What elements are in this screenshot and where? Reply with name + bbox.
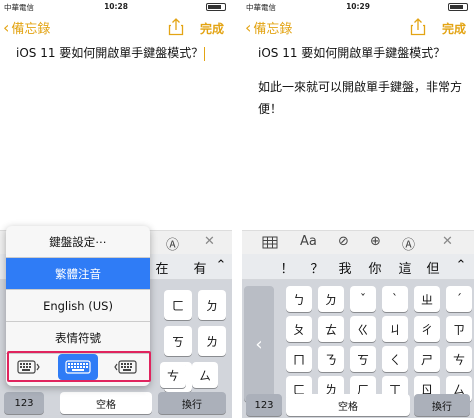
- note-body[interactable]: iOS 11 要如何開啟單手鍵盤模式？: [16, 42, 226, 64]
- key[interactable]: ㄇ: [286, 346, 312, 372]
- key[interactable]: ㄐ: [382, 316, 408, 342]
- numbers-key[interactable]: 123: [4, 392, 44, 414]
- share-icon[interactable]: [168, 18, 184, 36]
- key[interactable]: ㄉ: [198, 290, 226, 320]
- battery-icon: [448, 3, 468, 11]
- key[interactable]: ㄋ: [318, 346, 344, 372]
- return-key[interactable]: 換行: [414, 394, 470, 416]
- space-key[interactable]: 空格: [60, 392, 152, 414]
- key[interactable]: ㄙ: [192, 362, 218, 388]
- screenshot: 中華電信 10:28 ‹ 備忘錄 完成 iOS 11 要如何開啟單手鍵盤模式？ …: [0, 0, 474, 418]
- chevron-up-icon[interactable]: ⌃: [452, 258, 470, 273]
- key[interactable]: ㄔ: [414, 316, 440, 342]
- space-key[interactable]: 空格: [286, 394, 410, 416]
- key[interactable]: ㄌ: [198, 326, 226, 356]
- right-phone-screen: 中華電信 10:29 ‹ 備忘錄 完成 iOS 11 要如何開啟單手鍵盤模式？ …: [242, 0, 474, 418]
- prediction-word[interactable]: 這: [396, 258, 414, 277]
- prediction-word[interactable]: 你: [366, 258, 384, 277]
- key[interactable]: ㄊ: [318, 316, 344, 342]
- battery-icon: [206, 3, 226, 11]
- one-hand-expand-button[interactable]: ‹: [244, 286, 274, 402]
- key[interactable]: ㄗ: [446, 316, 472, 342]
- back-button[interactable]: ‹ 備忘錄: [3, 18, 50, 37]
- prediction-word[interactable]: ！: [278, 258, 296, 277]
- close-icon[interactable]: ✕: [442, 234, 453, 249]
- key[interactable]: ㄓ: [414, 286, 440, 312]
- key[interactable]: ˋ: [382, 286, 408, 312]
- prediction-word[interactable]: ？: [308, 258, 326, 277]
- key[interactable]: ˇ: [350, 286, 376, 312]
- menu-item-english[interactable]: English (US): [6, 290, 150, 322]
- key[interactable]: ㄈ: [164, 290, 192, 320]
- prediction-word[interactable]: 我: [336, 258, 354, 277]
- note-line-1: iOS 11 要如何開啟單手鍵盤模式？: [258, 46, 446, 60]
- back-button[interactable]: ‹ 備忘錄: [245, 18, 292, 37]
- text-caret: [204, 46, 206, 61]
- note-line-1: iOS 11 要如何開啟單手鍵盤模式？: [16, 46, 204, 60]
- text-format-icon[interactable]: Aa: [300, 234, 317, 249]
- highlight-box: [7, 351, 151, 382]
- key[interactable]: ㄘ: [160, 362, 186, 388]
- key[interactable]: ㄉ: [318, 286, 344, 312]
- prediction-word[interactable]: 在: [150, 258, 174, 277]
- key[interactable]: ㄆ: [286, 316, 312, 342]
- chevron-left-icon: ‹: [3, 17, 10, 37]
- close-icon[interactable]: ✕: [204, 234, 215, 249]
- chevron-up-icon[interactable]: ⌃: [212, 258, 230, 273]
- note-body[interactable]: iOS 11 要如何開啟單手鍵盤模式？ 如此一來就可以開啟單手鍵盤，非常方便！: [258, 42, 468, 120]
- back-label: 備忘錄: [11, 22, 51, 37]
- key[interactable]: ㄍ: [350, 316, 376, 342]
- note-line-2: 如此一來就可以開啟單手鍵盤，非常方便！: [258, 80, 463, 116]
- clock: 10:29: [346, 2, 370, 11]
- menu-item-emoji[interactable]: 表情符號: [6, 322, 150, 354]
- status-bar: 中華電信 10:29: [242, 0, 474, 14]
- left-phone-screen: 中華電信 10:28 ‹ 備忘錄 完成 iOS 11 要如何開啟單手鍵盤模式？ …: [0, 0, 232, 418]
- table-icon[interactable]: [262, 236, 278, 249]
- key[interactable]: ㄕ: [414, 346, 440, 372]
- nav-bar: ‹ 備忘錄 完成: [242, 14, 474, 42]
- markup-icon[interactable]: Ⓐ: [402, 234, 415, 253]
- return-key[interactable]: 換行: [158, 392, 226, 414]
- prediction-word[interactable]: 有: [190, 258, 210, 277]
- checklist-icon[interactable]: ⊘: [338, 234, 349, 249]
- key[interactable]: ˊ: [446, 286, 472, 312]
- key[interactable]: ㄑ: [382, 346, 408, 372]
- menu-item-zhuyin[interactable]: 繁體注音: [6, 258, 150, 290]
- chevron-left-icon: ‹: [245, 17, 252, 37]
- keyboard: ㄅㄉ ˇ ˋ ㄓ ˊ ㄆㄊㄍㄐㄔㄗㄇㄋㄎㄑㄕㄘㄈㄌㄏㄒㄖㄙ ‹ 123 空格 換行: [242, 280, 474, 418]
- prediction-word[interactable]: 但: [424, 258, 442, 277]
- markup-icon[interactable]: Ⓐ: [166, 234, 179, 253]
- key[interactable]: ㄅ: [286, 286, 312, 312]
- format-toolbar: Aa ⊘ ⊕ Ⓐ ✕: [242, 230, 474, 254]
- back-label: 備忘錄: [253, 22, 293, 37]
- key[interactable]: ㄘ: [446, 346, 472, 372]
- done-button[interactable]: 完成: [442, 20, 466, 37]
- nav-bar: ‹ 備忘錄 完成: [0, 14, 232, 42]
- share-icon[interactable]: [410, 18, 426, 36]
- key[interactable]: ㄎ: [350, 346, 376, 372]
- key[interactable]: ㄎ: [164, 326, 192, 356]
- menu-item-keyboard-settings[interactable]: 鍵盤設定⋯: [6, 226, 150, 258]
- status-bar: 中華電信 10:28: [0, 0, 232, 14]
- prediction-bar: ！ ？ 我 你 這 但 ⌃: [242, 254, 474, 280]
- done-button[interactable]: 完成: [200, 20, 224, 37]
- clock: 10:28: [104, 2, 128, 11]
- add-icon[interactable]: ⊕: [370, 234, 381, 249]
- numbers-key[interactable]: 123: [246, 394, 282, 416]
